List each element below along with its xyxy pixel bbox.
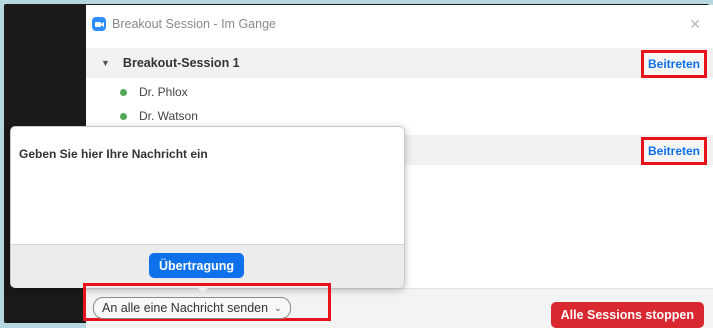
online-status-icon	[120, 112, 127, 120]
window-title: Breakout Session - Im Gange	[112, 17, 276, 31]
participant-item: Dr. Watson	[120, 109, 198, 123]
participant-name: Dr. Watson	[139, 109, 198, 123]
zoom-app-icon	[92, 17, 106, 31]
message-input[interactable]: Geben Sie hier Ihre Nachricht ein	[19, 147, 208, 161]
online-status-icon	[120, 88, 127, 96]
join-button[interactable]: Beitreten	[640, 50, 707, 78]
participant-item: Dr. Phlox	[120, 85, 188, 99]
stop-all-sessions-button[interactable]: Alle Sessions stoppen	[550, 302, 704, 328]
popup-footer: Übertragung	[11, 244, 404, 288]
session-row[interactable]: ▼ Breakout-Session 1 Beitreten	[86, 48, 713, 78]
broadcast-message-popup: Geben Sie hier Ihre Nachricht ein Übertr…	[10, 126, 405, 288]
close-icon[interactable]: ✕	[689, 16, 701, 33]
message-all-dropdown[interactable]: An alle eine Nachricht senden ⌄	[93, 297, 291, 319]
session-name: Breakout-Session 1	[122, 56, 240, 70]
join-button[interactable]: Beitreten	[640, 137, 707, 165]
title-bar: Breakout Session - Im Gange ✕	[86, 5, 713, 43]
collapse-caret-icon[interactable]: ▼	[101, 58, 110, 68]
broadcast-button[interactable]: Übertragung	[149, 253, 244, 278]
chevron-down-icon: ⌄	[274, 302, 282, 313]
participant-name: Dr. Phlox	[139, 85, 188, 99]
message-all-label: An alle eine Nachricht senden	[102, 301, 269, 315]
